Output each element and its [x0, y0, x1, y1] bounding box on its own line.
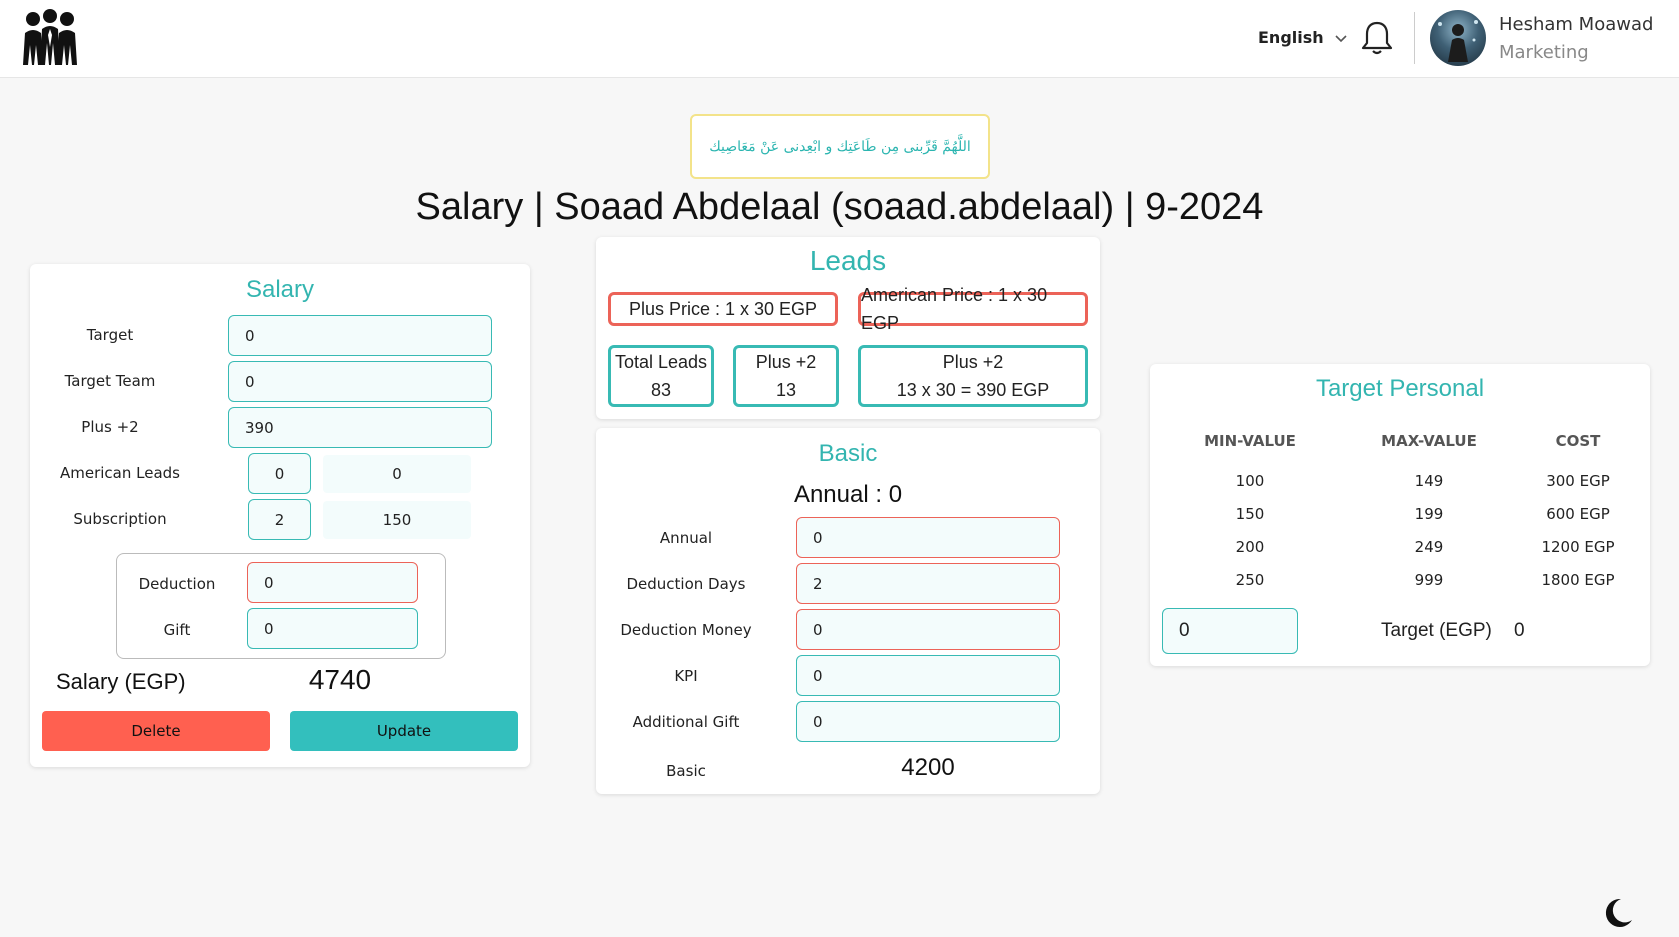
table-cell: 200	[1235, 538, 1265, 556]
user-role: Marketing	[1499, 42, 1589, 63]
target-input[interactable]: 0	[228, 315, 492, 356]
column-header-min: MIN-VALUE	[1204, 432, 1296, 450]
column-header-max: MAX-VALUE	[1381, 432, 1477, 450]
language-selector[interactable]: English	[1258, 28, 1348, 47]
american-price-text: American Price : 1 x 30 EGP	[861, 285, 1048, 333]
target-personal-input[interactable]: 0	[1162, 608, 1298, 654]
plus2-calc-box: Plus +2 13 x 30 = 390 EGP	[858, 345, 1088, 407]
deduction-days-label: Deduction Days	[626, 575, 746, 593]
annual-label: Annual	[659, 529, 713, 547]
avatar-figure-icon	[1438, 20, 1478, 62]
basic-label: Basic	[666, 762, 706, 780]
plus2-count-label: Plus +2	[755, 352, 817, 372]
basic-card: Basic Annual : 0 Annual 0 Deduction Days…	[596, 428, 1100, 794]
target-egp-value: 0	[1514, 620, 1525, 641]
plus2-calc-label: Plus +2	[942, 352, 1004, 372]
total-leads-label: Total Leads	[614, 352, 708, 372]
american-leads-label: American Leads	[60, 464, 180, 482]
american-leads-amount: 0	[323, 455, 471, 493]
total-leads-box: Total Leads 83	[608, 345, 714, 407]
total-leads-value: 83	[650, 380, 672, 400]
american-leads-input[interactable]: 0	[248, 453, 311, 494]
deduction-money-label: Deduction Money	[620, 621, 752, 639]
plus2-input[interactable]: 390	[228, 407, 492, 448]
table-cell: 999	[1414, 571, 1444, 589]
kpi-label: KPI	[674, 667, 698, 685]
target-label: Target	[86, 326, 134, 344]
avatar[interactable]	[1430, 10, 1486, 66]
target-personal-card: Target Personal MIN-VALUE MAX-VALUE COST…	[1150, 364, 1650, 666]
basic-card-title: Basic	[818, 440, 878, 467]
annual-summary: Annual : 0	[793, 481, 903, 508]
salary-total-label: Salary (EGP)	[56, 669, 186, 694]
table-cell: 250	[1235, 571, 1265, 589]
table-cell: 100	[1235, 472, 1265, 490]
gift-label: Gift	[163, 621, 191, 639]
deduction-gift-box: Deduction 0 Gift 0	[116, 553, 446, 659]
moon-icon[interactable]	[1599, 895, 1635, 931]
kpi-input[interactable]: 0	[796, 655, 1060, 696]
plus-price-text: Plus Price : 1 x 30 EGP	[628, 299, 818, 319]
plus2-count-box: Plus +2 13	[733, 345, 839, 407]
target-team-label: Target Team	[64, 372, 156, 390]
bell-icon[interactable]	[1360, 20, 1394, 56]
team-logo-icon[interactable]	[20, 7, 80, 67]
table-cell: 300 EGP	[1546, 472, 1610, 490]
chevron-down-icon	[1335, 34, 1347, 42]
additional-gift-label: Additional Gift	[632, 713, 740, 731]
deduction-days-input[interactable]: 2	[796, 563, 1060, 604]
subscription-amount: 150	[323, 501, 471, 539]
table-cell: 1800 EGP	[1541, 571, 1615, 589]
american-price-box: American Price : 1 x 30 EGP	[858, 285, 1088, 333]
quote-banner: اللَّهُمَّ قَرِّبنى مِن طَاعَتِك و ابْعِ…	[690, 114, 990, 179]
salary-card: Salary Target 0 Target Team 0 Plus +2 39…	[30, 264, 530, 767]
deduction-money-input[interactable]: 0	[796, 609, 1060, 650]
update-button[interactable]: Update	[290, 711, 518, 751]
top-header: English Hesham Moawad Marketing	[0, 0, 1679, 78]
deduction-label: Deduction	[138, 575, 216, 593]
header-divider	[1414, 12, 1415, 64]
table-cell: 600 EGP	[1546, 505, 1610, 523]
basic-value: 4200	[901, 754, 955, 781]
deduction-input[interactable]: 0	[247, 562, 418, 603]
plus2-count-value: 13	[775, 380, 797, 400]
salary-card-title: Salary	[245, 276, 315, 303]
table-cell: 1200 EGP	[1541, 538, 1615, 556]
column-header-cost: COST	[1555, 432, 1601, 450]
annual-input[interactable]: 0	[796, 517, 1060, 558]
delete-button[interactable]: Delete	[42, 711, 270, 751]
subscription-input[interactable]: 2	[248, 499, 311, 540]
leads-card-title: Leads	[809, 245, 887, 276]
plus2-label: Plus +2	[81, 418, 139, 436]
subscription-label: Subscription	[73, 510, 167, 528]
additional-gift-input[interactable]: 0	[796, 701, 1060, 742]
target-egp-label: Target (EGP)	[1381, 620, 1492, 641]
table-cell: 249	[1414, 538, 1444, 556]
page-title: Salary | Soaad Abdelaal (soaad.abdelaal)…	[415, 186, 1264, 228]
leads-card: Leads Plus Price : 1 x 30 EGP American P…	[596, 237, 1100, 419]
plus2-calc-value: 13 x 30 = 390 EGP	[896, 380, 1050, 400]
table-cell: 199	[1414, 505, 1444, 523]
plus-price-box: Plus Price : 1 x 30 EGP	[608, 292, 838, 326]
salary-total-value: 4740	[308, 664, 372, 695]
gift-input[interactable]: 0	[247, 608, 418, 649]
target-team-input[interactable]: 0	[228, 361, 492, 402]
language-label: English	[1258, 28, 1324, 47]
table-cell: 150	[1235, 505, 1265, 523]
user-name: Hesham Moawad	[1499, 14, 1654, 35]
target-card-title: Target Personal	[1315, 375, 1485, 402]
table-cell: 149	[1414, 472, 1444, 490]
